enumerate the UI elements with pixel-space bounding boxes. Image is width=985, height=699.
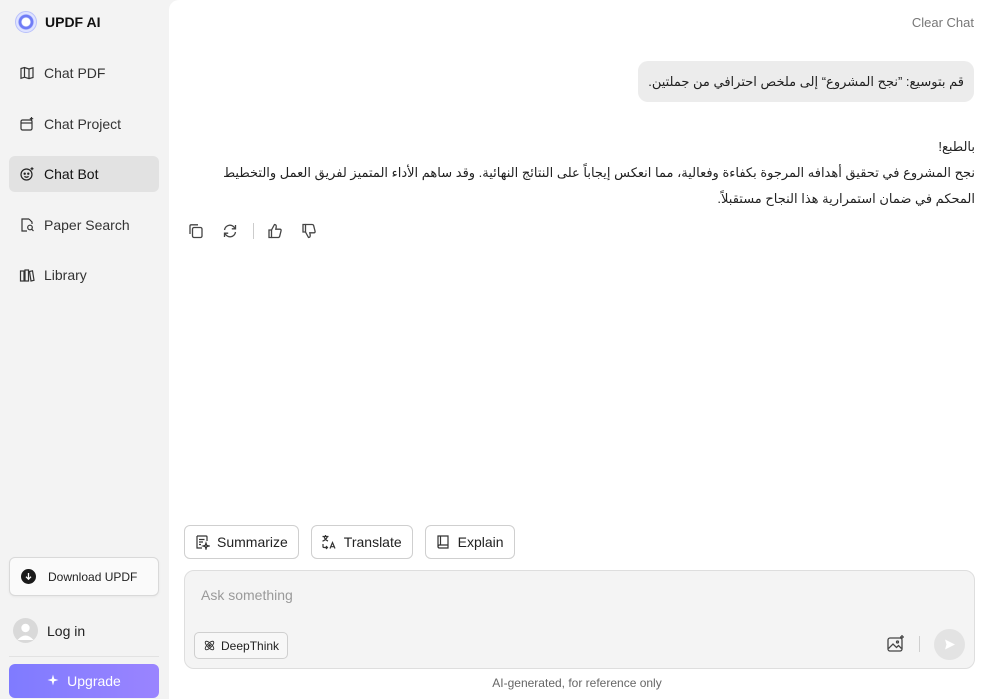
quick-actions: Summarize Translate Explain bbox=[184, 525, 515, 559]
summarize-label: Summarize bbox=[217, 534, 288, 550]
brand[interactable]: UPDF AI bbox=[15, 11, 100, 33]
chat-project-icon bbox=[19, 116, 35, 132]
user-message-text: قم بتوسيع: ”نجح المشروع“ إلى ملخص احتراف… bbox=[648, 73, 964, 89]
translate-label: Translate bbox=[343, 534, 402, 550]
sparkle-icon bbox=[47, 673, 59, 689]
send-icon bbox=[945, 639, 955, 650]
thumbs-up-icon[interactable] bbox=[266, 222, 284, 240]
explain-label: Explain bbox=[457, 534, 504, 550]
upgrade-label: Upgrade bbox=[67, 673, 121, 689]
deepthink-label: DeepThink bbox=[221, 638, 280, 653]
sidebar-item-chat-project[interactable]: Chat Project bbox=[9, 106, 159, 142]
explain-button[interactable]: Explain bbox=[424, 525, 515, 559]
updf-logo-icon bbox=[15, 11, 37, 33]
download-icon bbox=[21, 569, 36, 584]
book-icon bbox=[435, 534, 451, 550]
user-message-bubble: قم بتوسيع: ”نجح المشروع“ إلى ملخص احتراف… bbox=[638, 61, 974, 102]
regenerate-icon[interactable] bbox=[221, 222, 239, 240]
sidebar-item-label: Paper Search bbox=[44, 216, 130, 233]
atom-icon bbox=[203, 639, 216, 652]
deepthink-toggle[interactable]: DeepThink bbox=[194, 632, 289, 659]
sidebar-item-label: Library bbox=[44, 267, 87, 283]
login-label: Log in bbox=[47, 622, 86, 639]
sidebar-item-label: Chat Bot bbox=[44, 166, 99, 182]
sidebar-divider bbox=[9, 656, 159, 657]
sidebar-nav: Chat PDF Chat Project Chat Bot Paper Sea… bbox=[9, 55, 159, 308]
add-image-icon[interactable] bbox=[886, 634, 906, 654]
download-label: Download UPDF bbox=[48, 569, 138, 584]
bot-message: بالطبع! نجح المشروع في تحقيق أهدافه المر… bbox=[215, 134, 975, 212]
brand-name: UPDF AI bbox=[45, 14, 101, 30]
library-icon bbox=[19, 267, 35, 283]
translate-icon bbox=[321, 534, 337, 550]
ai-disclaimer: AI-generated, for reference only bbox=[492, 676, 662, 690]
summarize-icon bbox=[194, 534, 210, 550]
translate-button[interactable]: Translate bbox=[310, 525, 413, 559]
message-actions bbox=[187, 222, 318, 240]
clear-chat-button[interactable]: Clear Chat bbox=[912, 15, 974, 30]
actions-divider bbox=[253, 223, 254, 239]
composer: DeepThink bbox=[184, 570, 975, 669]
login-button[interactable]: Log in bbox=[13, 618, 85, 643]
avatar-icon bbox=[13, 618, 38, 643]
bot-message-line: بالطبع! bbox=[938, 139, 975, 154]
sidebar: UPDF AI Chat PDF Chat Project Chat Bot P… bbox=[0, 0, 168, 699]
thumbs-down-icon[interactable] bbox=[300, 222, 318, 240]
sidebar-item-label: Chat Project bbox=[44, 115, 122, 132]
send-button[interactable] bbox=[934, 629, 965, 660]
sidebar-item-label: Chat PDF bbox=[44, 65, 106, 81]
composer-divider bbox=[919, 636, 920, 652]
ask-input[interactable] bbox=[199, 585, 959, 625]
chat-bot-icon bbox=[19, 166, 35, 182]
sidebar-item-chat-bot[interactable]: Chat Bot bbox=[9, 156, 159, 192]
sidebar-item-library[interactable]: Library bbox=[9, 257, 159, 293]
sidebar-item-chat-pdf[interactable]: Chat PDF bbox=[9, 55, 159, 91]
copy-icon[interactable] bbox=[187, 222, 205, 240]
chat-pdf-icon bbox=[19, 65, 35, 81]
bot-message-line: نجح المشروع في تحقيق أهدافه المرجوة بكفا… bbox=[223, 165, 975, 206]
sidebar-item-paper-search[interactable]: Paper Search bbox=[9, 207, 159, 243]
paper-search-icon bbox=[19, 217, 35, 233]
summarize-button[interactable]: Summarize bbox=[184, 525, 299, 559]
upgrade-button[interactable]: Upgrade bbox=[9, 664, 159, 698]
download-updf-button[interactable]: Download UPDF bbox=[9, 557, 159, 596]
